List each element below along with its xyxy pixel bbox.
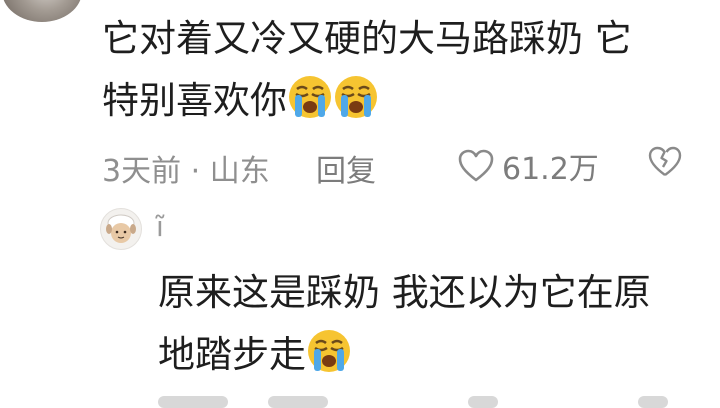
reply-meta-row-cutoff: [158, 396, 678, 408]
crying-face-icon: [335, 76, 377, 118]
sheep-avatar-icon: [106, 214, 136, 243]
crying-face-icon: [289, 76, 331, 118]
reply-button[interactable]: 回复: [316, 146, 376, 190]
reply-text: 原来这是踩奶 我还以为它在原 地踏步走: [158, 262, 698, 386]
reply-text-line1: 原来这是踩奶 我还以为它在原: [158, 271, 651, 314]
like-count: 61.2万: [502, 152, 599, 187]
heart-outline-icon: [458, 149, 494, 182]
broken-heart-icon[interactable]: [648, 146, 682, 178]
reply-text-line2: 地踏步走: [158, 333, 306, 376]
comment-text-line2: 特别喜欢你: [102, 79, 287, 122]
like-button[interactable]: 61.2万: [458, 144, 599, 188]
reply-user-avatar[interactable]: [100, 208, 142, 250]
reply-username[interactable]: ĩ: [156, 210, 164, 243]
crying-face-icon: [308, 330, 350, 372]
commenter-avatar[interactable]: [2, 0, 82, 22]
comment-text: 它对着又冷又硬的大马路踩奶 它 特别喜欢你: [102, 8, 702, 132]
comment-time-location: 3天前 · 山东: [102, 154, 270, 189]
comment-meta-row: 3天前 · 山东 回复 61.2万: [102, 140, 702, 190]
comment-text-line1: 它对着又冷又硬的大马路踩奶 它: [102, 17, 632, 60]
